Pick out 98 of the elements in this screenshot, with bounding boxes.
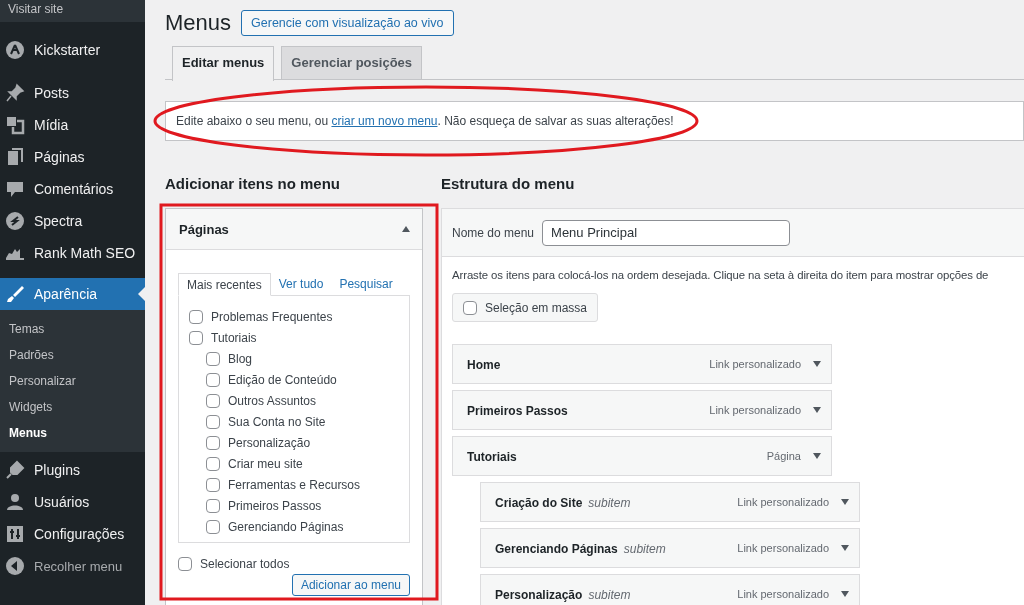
subitem-label: subitem [623, 541, 666, 556]
checkbox[interactable] [206, 456, 220, 471]
dropdown-arrow-icon [841, 591, 849, 597]
menu-item-title: Tutoriais [467, 449, 517, 464]
subitem-label: subitem [588, 587, 631, 602]
menu-item-bar[interactable]: Gerenciando Páginas subitem Link personalizado [480, 528, 860, 568]
menu-item-title: Criação do Site [495, 495, 583, 510]
comment-icon [5, 179, 25, 199]
page-label: Primeiros Passos [228, 498, 322, 513]
dropdown-arrow-icon [813, 361, 821, 367]
page-label: Edição de Conteúdo [228, 372, 337, 387]
sidebar-item[interactable]: Mídia [0, 109, 145, 141]
plug-icon [5, 460, 25, 480]
section-heading: Estrutura do menu [441, 175, 576, 194]
collapse-menu-button[interactable]: Recolher menu [0, 550, 145, 582]
checkbox[interactable] [206, 393, 220, 408]
sidebar-item[interactable]: Comentários [0, 173, 145, 205]
checkbox[interactable] [206, 351, 220, 366]
sidebar-item[interactable]: Kickstarter [0, 34, 145, 66]
panel-tab[interactable]: Ver tudo [270, 273, 332, 295]
bulk-select-button[interactable]: Seleção em massa [452, 293, 599, 322]
item-type-label: Link personalizado [709, 358, 801, 370]
submenu-item[interactable]: Personalizar [0, 368, 145, 394]
media-icon [5, 115, 25, 135]
field-label: Nome do menu [452, 225, 535, 240]
instructions-text: Arraste os itens para colocá-los na ordem desejada. Clique na seta à direita do item para mostrar opções de [452, 269, 990, 281]
page-label: Blog [228, 351, 253, 366]
menu-name-field[interactable]: Menu Principal [542, 219, 791, 246]
logo-icon [5, 40, 25, 60]
checkbox[interactable] [206, 477, 220, 492]
page-label: Tutoriais [211, 330, 257, 345]
menu-item-title: Gerenciando Páginas [495, 541, 618, 556]
page-label: Criar meu site [228, 456, 303, 471]
sidebar-item[interactable]: Aparência [0, 278, 145, 310]
item-type-label: Página [766, 450, 801, 462]
item-type-label: Link personalizado [709, 404, 801, 416]
sidebar-item[interactable]: Usuários [0, 486, 145, 518]
sidebar-item[interactable]: Páginas [0, 141, 145, 173]
submenu-item[interactable]: Padrões [0, 342, 145, 368]
menu-item-bar[interactable]: Primeiros Passos Link personalizado [452, 390, 832, 430]
selection-pointer [138, 287, 145, 301]
sidebar-item[interactable]: Configurações [0, 518, 145, 550]
item-type-label: Link personalizado [737, 588, 829, 600]
page-label: Problemas Frequentes [211, 309, 333, 324]
menu-item-bar[interactable]: Home Link personalizado [452, 344, 832, 384]
panel-tab[interactable]: Mais recentes [178, 273, 271, 296]
user-icon [5, 492, 25, 512]
sidebar-link[interactable]: Visitar site [0, 0, 145, 22]
checkbox[interactable] [206, 435, 220, 450]
sidebar-item[interactable]: Plugins [0, 454, 145, 486]
checkbox[interactable] [206, 519, 220, 534]
menu-item-bar[interactable]: Personalização subitem Link personalizado [480, 574, 860, 605]
dropdown-arrow-icon [841, 545, 849, 551]
dropdown-arrow-icon [841, 499, 849, 505]
menu-item-title: Personalização [495, 587, 583, 602]
submenu-item[interactable]: Menus [0, 420, 145, 446]
submenu-item[interactable]: Temas [0, 316, 145, 342]
menu-item-title: Primeiros Passos [467, 403, 568, 418]
page-label: Sua Conta no Site [228, 414, 326, 429]
add-to-menu-button[interactable]: Adicionar ao menu [291, 574, 410, 596]
notice-text: Edite abaixo o seu menu, ou criar um novo menu. Não esqueça de salvar as suas alterações! [176, 114, 674, 128]
page-label: Outros Assuntos [228, 393, 317, 408]
sidebar-item[interactable]: Rank Math SEO [0, 237, 145, 269]
item-type-label: Link personalizado [737, 496, 829, 508]
settings-icon [5, 524, 25, 544]
section-heading: Adicionar itens no menu [165, 175, 342, 194]
brush-icon [5, 284, 25, 304]
panel-header[interactable]: Páginas [166, 209, 422, 250]
pin-icon [5, 83, 25, 103]
panel-tab[interactable]: Pesquisar [331, 273, 401, 295]
tab[interactable]: Editar menus [172, 46, 275, 81]
menu-item-bar[interactable]: Criação do Site subitem Link personalizado [480, 482, 860, 522]
menu-item-title: Home [467, 357, 501, 372]
checkbox[interactable] [463, 300, 477, 315]
subitem-label: subitem [588, 495, 631, 510]
checkbox[interactable] [189, 309, 203, 324]
item-type-label: Link personalizado [737, 542, 829, 554]
select-all-label: Selecionar todos [200, 556, 290, 571]
dropdown-arrow-icon [813, 407, 821, 413]
checkbox[interactable] [206, 372, 220, 387]
tab[interactable]: Gerenciar posições [281, 46, 423, 79]
s-logo-icon [5, 211, 25, 231]
page-title: Menus [165, 10, 232, 36]
page-label: Ferramentas e Recursos [228, 477, 361, 492]
checkbox[interactable] [206, 414, 220, 429]
checkbox[interactable] [189, 330, 203, 345]
pages-icon [5, 147, 25, 167]
page-label: Gerenciando Páginas [228, 519, 344, 534]
live-preview-button[interactable]: Gerencie com visualização ao vivo [241, 10, 454, 36]
collapse-icon [5, 556, 25, 576]
dropdown-arrow-icon [813, 453, 821, 459]
menu-item-bar[interactable]: Tutoriais Página [452, 436, 832, 476]
checkbox[interactable] [206, 498, 220, 513]
sidebar-item[interactable]: Posts [0, 77, 145, 109]
sidebar-item[interactable]: Spectra [0, 205, 145, 237]
page-label: Personalização [228, 435, 311, 450]
checkbox[interactable] [178, 556, 192, 571]
submenu-item[interactable]: Widgets [0, 394, 145, 420]
